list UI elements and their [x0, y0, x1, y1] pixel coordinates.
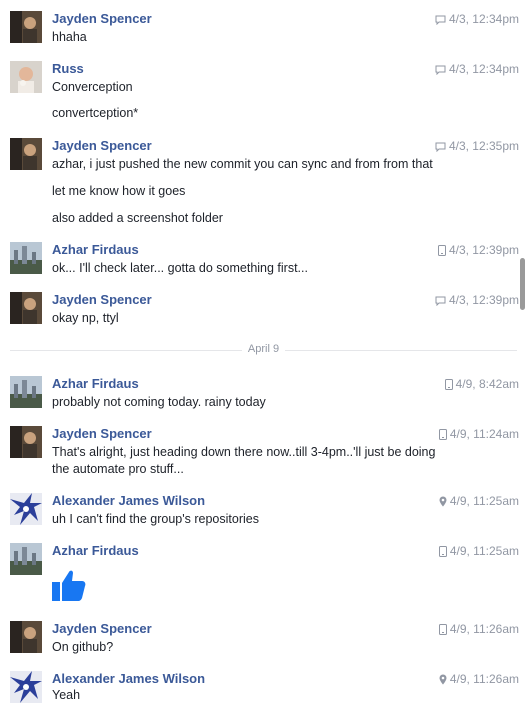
thumbs-up-icon	[52, 569, 86, 606]
message-time: 4/9, 8:42am	[455, 377, 519, 391]
location-pin-icon	[439, 496, 447, 507]
avatar[interactable]	[10, 61, 42, 93]
message-text: Yeah	[52, 688, 81, 702]
message-text: Converception	[52, 80, 133, 94]
mobile-icon	[444, 379, 453, 390]
message-text: azhar, i just pushed the new commit you …	[52, 157, 433, 171]
avatar[interactable]	[10, 621, 42, 653]
sender-name[interactable]: Jayden Spencer	[52, 292, 152, 307]
chat-icon	[435, 296, 446, 307]
message-time: 4/3, 12:34pm	[448, 12, 519, 26]
message-time: 4/3, 12:35pm	[448, 139, 519, 153]
avatar[interactable]	[10, 138, 42, 170]
message-meta: 4/9, 11:24am	[438, 427, 519, 441]
sender-name[interactable]: Jayden Spencer	[52, 11, 152, 26]
message-text: hhaha	[52, 30, 87, 44]
sender-name[interactable]: Azhar Firdaus	[52, 376, 139, 391]
message-time: 4/3, 12:39pm	[448, 293, 519, 307]
avatar[interactable]	[10, 543, 42, 575]
message-text: convertception*	[52, 106, 139, 120]
message-text: uh I can't find the group's repositories	[52, 512, 259, 526]
message-time: 4/3, 12:34pm	[448, 62, 519, 76]
avatar[interactable]	[10, 493, 42, 525]
avatar[interactable]	[10, 426, 42, 458]
message-meta: 4/9, 8:42am	[444, 377, 519, 391]
location-pin-icon	[439, 674, 447, 685]
message-meta: 4/3, 12:34pm	[435, 62, 519, 76]
avatar[interactable]	[10, 292, 42, 324]
message-text: probably not coming today. rainy today	[52, 395, 266, 409]
sender-name[interactable]: Jayden Spencer	[52, 138, 152, 153]
scrollbar-thumb[interactable]	[520, 258, 525, 310]
sender-name[interactable]: Jayden Spencer	[52, 621, 152, 636]
message-meta: 4/3, 12:39pm	[435, 293, 519, 307]
sender-name[interactable]: Alexander James Wilson	[52, 671, 205, 686]
message-time: 4/9, 11:26am	[449, 672, 519, 686]
message-meta: 4/9, 11:26am	[438, 622, 519, 636]
message-time: 4/9, 11:26am	[449, 622, 519, 636]
message-time: 4/9, 11:25am	[449, 544, 519, 558]
sender-name[interactable]: Russ	[52, 61, 84, 76]
message-text: On github?	[52, 640, 114, 654]
message-meta: 4/3, 12:35pm	[435, 139, 519, 153]
avatar[interactable]	[10, 242, 42, 274]
message-meta: 4/9, 11:25am	[439, 494, 519, 508]
chat-icon	[435, 15, 446, 26]
mobile-icon	[437, 245, 446, 256]
message-text: ok... I'll check later... gotta do somet…	[52, 261, 308, 275]
sender-name[interactable]: Jayden Spencer	[52, 426, 152, 441]
message-time: 4/9, 11:24am	[449, 427, 519, 441]
date-divider-label: April 9	[241, 343, 286, 355]
message-text: let me know how it goes	[52, 184, 186, 198]
message-time: 4/3, 12:39pm	[448, 243, 519, 257]
avatar[interactable]	[10, 376, 42, 408]
message-meta: 4/9, 11:26am	[439, 672, 519, 686]
chat-icon	[435, 142, 446, 153]
message-time: 4/9, 11:25am	[449, 494, 519, 508]
message-meta: 4/3, 12:39pm	[437, 243, 519, 257]
sender-name[interactable]: Azhar Firdaus	[52, 242, 139, 257]
chat-icon	[435, 65, 446, 76]
avatar[interactable]	[10, 11, 42, 43]
mobile-icon	[438, 546, 447, 557]
message-text: also added a screenshot folder	[52, 211, 223, 225]
sender-name[interactable]: Azhar Firdaus	[52, 543, 139, 558]
message-text: okay np, ttyl	[52, 311, 119, 325]
message-meta: 4/9, 11:25am	[438, 544, 519, 558]
message-meta: 4/3, 12:34pm	[435, 12, 519, 26]
mobile-icon	[438, 624, 447, 635]
avatar[interactable]	[10, 671, 42, 703]
message-text: That's alright, just heading down there …	[52, 445, 436, 459]
message-text: the automate pro stuff...	[52, 462, 184, 476]
sender-name[interactable]: Alexander James Wilson	[52, 493, 205, 508]
mobile-icon	[438, 429, 447, 440]
date-divider: April 9	[0, 343, 527, 355]
